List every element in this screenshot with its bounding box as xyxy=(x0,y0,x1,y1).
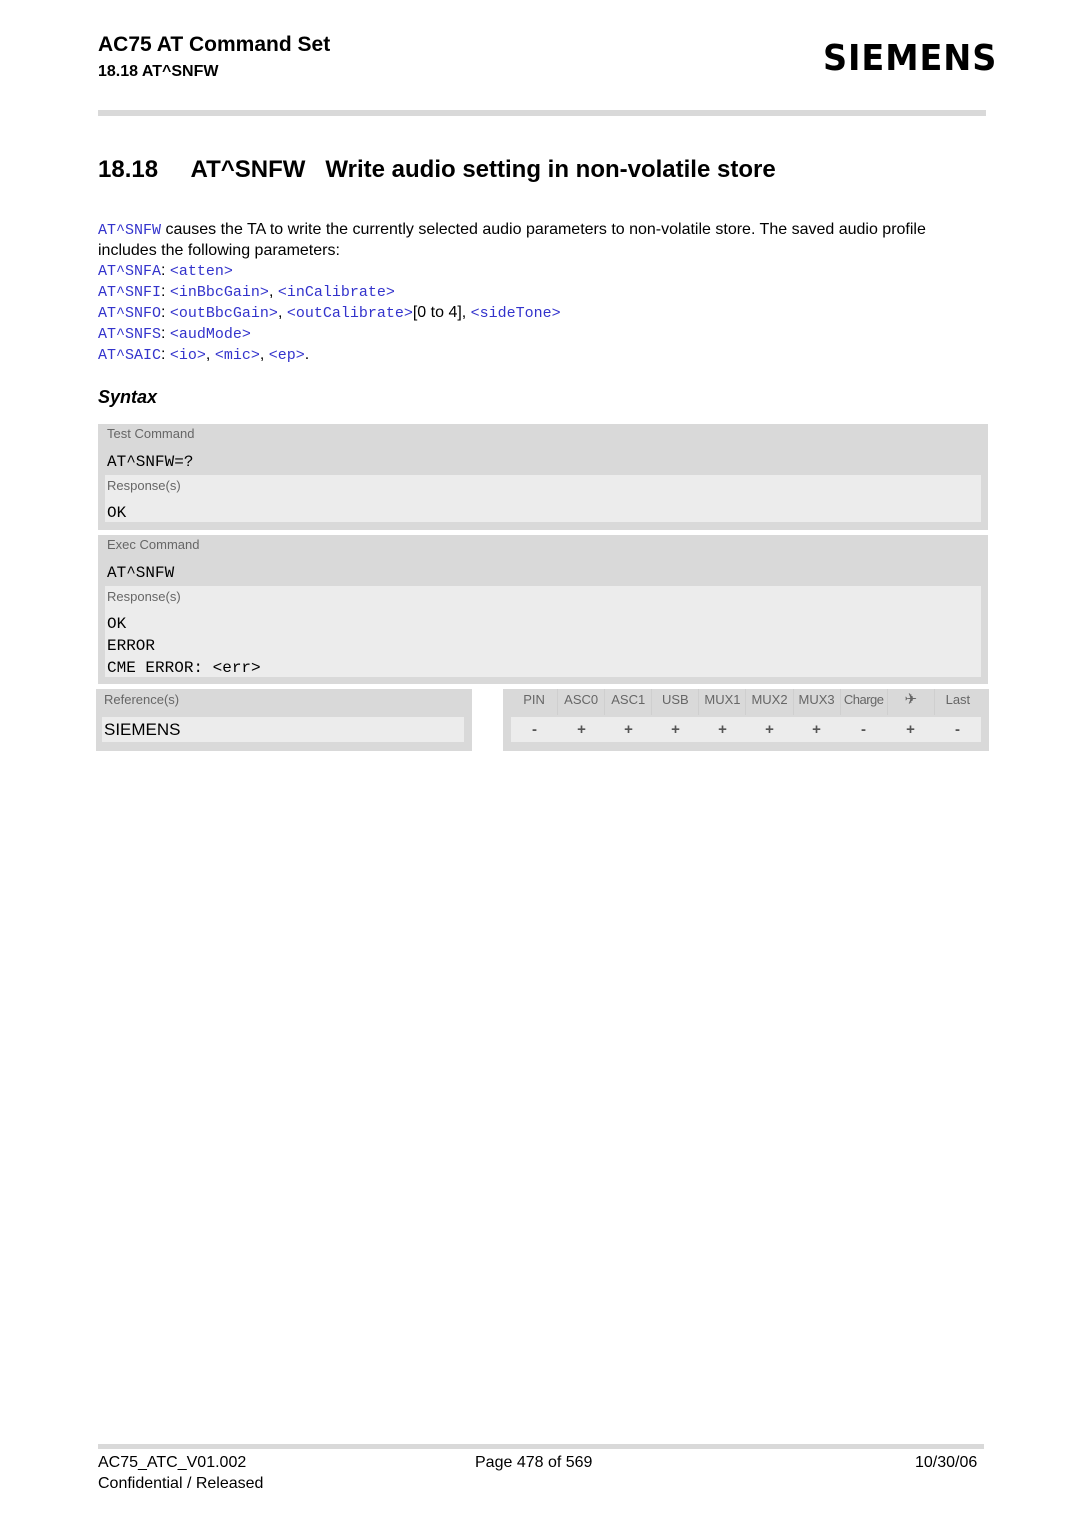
section-heading: 18.18 AT^SNFW Write audio setting in non… xyxy=(98,156,776,184)
support-header-cell: ASC0 xyxy=(558,689,606,715)
parameter-link[interactable]: <outBbcGain> xyxy=(170,305,278,322)
test-responses-panel: Response(s) OK xyxy=(105,475,981,522)
interface-support-table: PIN ASC0 ASC1 USB MUX1 MUX2 MUX3 Charge ✈ Last - +… xyxy=(503,689,989,751)
references-label: Reference(s) xyxy=(104,692,180,707)
footer-page-number: Page 478 of 569 xyxy=(475,1454,593,1471)
command-link[interactable]: AT^SNFS xyxy=(98,326,161,343)
command-link[interactable]: AT^SNFI xyxy=(98,284,161,301)
intro-paragraph: AT^SNFW causes the TA to write the curre… xyxy=(98,220,988,261)
support-value-cell: + xyxy=(812,721,821,738)
support-table-values: - + + + + + + - + - xyxy=(511,717,981,742)
command-link[interactable]: AT^SNFA xyxy=(98,263,161,280)
header-divider xyxy=(98,110,986,116)
support-value-cell: + xyxy=(624,721,633,738)
parameter-link[interactable]: <atten> xyxy=(170,263,233,280)
support-header-cell: Charge xyxy=(841,689,888,715)
siemens-logo: SIEMENS xyxy=(823,38,998,79)
exec-responses-label: Response(s) xyxy=(107,589,181,604)
footer-status: Confidential / Released xyxy=(98,1475,264,1492)
command-link[interactable]: AT^SNFO xyxy=(98,305,161,322)
support-value-cell: + xyxy=(577,721,586,738)
parameter-line: AT^SAIC: <io>, <mic>, <ep>. xyxy=(98,345,561,366)
test-command-label: Test Command xyxy=(107,426,195,441)
syntax-heading: Syntax xyxy=(98,387,158,407)
support-header-cell: Last xyxy=(945,692,971,707)
footer-date: 10/30/06 xyxy=(915,1454,978,1471)
section-title: Write audio setting in non-volatile stor… xyxy=(325,156,776,183)
separator: : xyxy=(161,304,170,321)
parameter-suffix: , xyxy=(259,346,269,363)
support-value-cell: + xyxy=(765,721,774,738)
support-table-header: PIN ASC0 ASC1 USB MUX1 MUX2 MUX3 Charge ✈ Last xyxy=(511,689,981,715)
parameter-suffix: , xyxy=(205,346,215,363)
parameter-suffix: , xyxy=(277,304,287,321)
support-header-cell: USB xyxy=(652,689,700,715)
separator: : xyxy=(161,325,170,342)
references-value-panel: SIEMENS xyxy=(102,717,464,742)
section-number: 18.18 xyxy=(98,156,159,183)
parameter-list: AT^SNFA: <atten> AT^SNFI: <inBbcGain>, <i… xyxy=(98,261,561,366)
parameter-suffix: , xyxy=(268,283,278,300)
test-command-block: Test Command AT^SNFW=? Response(s) OK xyxy=(98,424,988,530)
footer-divider xyxy=(98,1444,984,1449)
parameter-line: AT^SNFO: <outBbcGain>, <outCalibrate>[0 … xyxy=(98,303,561,324)
command-link[interactable]: AT^SAIC xyxy=(98,347,161,364)
parameter-link[interactable]: <audMode> xyxy=(170,326,251,343)
exec-response: ERROR xyxy=(107,637,156,655)
test-responses-label: Response(s) xyxy=(107,478,181,493)
references-block: Reference(s) SIEMENS xyxy=(96,689,472,751)
exec-response: CME ERROR: <err> xyxy=(107,659,261,677)
support-header-cell: PIN xyxy=(511,689,559,715)
support-header-cell: ASC1 xyxy=(605,689,653,715)
parameter-line: AT^SNFI: <inBbcGain>, <inCalibrate> xyxy=(98,282,561,303)
test-command-syntax: AT^SNFW=? xyxy=(107,453,194,471)
airplane-icon: ✈ xyxy=(888,689,935,715)
parameter-suffix: [0 to 4], xyxy=(412,304,471,321)
support-header-cell: MUX1 xyxy=(699,689,747,715)
document-title: AC75 AT Command Set xyxy=(98,33,331,56)
parameter-line: AT^SNFS: <audMode> xyxy=(98,324,561,345)
support-value-cell: + xyxy=(906,721,915,738)
support-header-cell: MUX2 xyxy=(746,689,794,715)
parameter-suffix: . xyxy=(304,346,310,363)
parameter-link[interactable]: <io> xyxy=(170,347,206,364)
parameter-line: AT^SNFA: <atten> xyxy=(98,261,561,282)
separator: : xyxy=(161,283,170,300)
snfw-link[interactable]: AT^SNFW xyxy=(98,222,161,239)
references-value: SIEMENS xyxy=(104,720,181,739)
exec-command-syntax: AT^SNFW xyxy=(107,564,175,582)
exec-responses-panel: Response(s) OK ERROR CME ERROR: <err> xyxy=(105,586,981,677)
intro-text: causes the TA to write the currently sel… xyxy=(98,221,926,259)
support-value-cell: - xyxy=(861,721,866,738)
parameter-link[interactable]: <mic> xyxy=(215,347,260,364)
exec-command-block: Exec Command AT^SNFW Response(s) OK ERRO… xyxy=(98,535,988,684)
separator: : xyxy=(161,346,170,363)
support-value-cell: + xyxy=(718,721,727,738)
parameter-link[interactable]: <inBbcGain> xyxy=(170,284,269,301)
support-header-cell: MUX3 xyxy=(794,689,841,715)
parameter-link[interactable]: <inCalibrate> xyxy=(278,284,395,301)
support-value-cell: - xyxy=(955,721,960,738)
exec-command-label: Exec Command xyxy=(107,537,200,552)
test-response: OK xyxy=(107,504,127,522)
support-value-cell: + xyxy=(671,721,680,738)
section-reference: 18.18 AT^SNFW xyxy=(98,63,219,80)
parameter-link[interactable]: <ep> xyxy=(269,347,305,364)
support-value-cell: - xyxy=(532,721,537,738)
footer-doc-id: AC75_ATC_V01.002 xyxy=(98,1454,247,1471)
parameter-link[interactable]: <outCalibrate> xyxy=(287,305,413,322)
separator: : xyxy=(161,262,170,279)
exec-response: OK xyxy=(107,615,127,633)
section-command: AT^SNFW xyxy=(190,156,306,183)
parameter-link[interactable]: <sideTone> xyxy=(471,305,561,322)
